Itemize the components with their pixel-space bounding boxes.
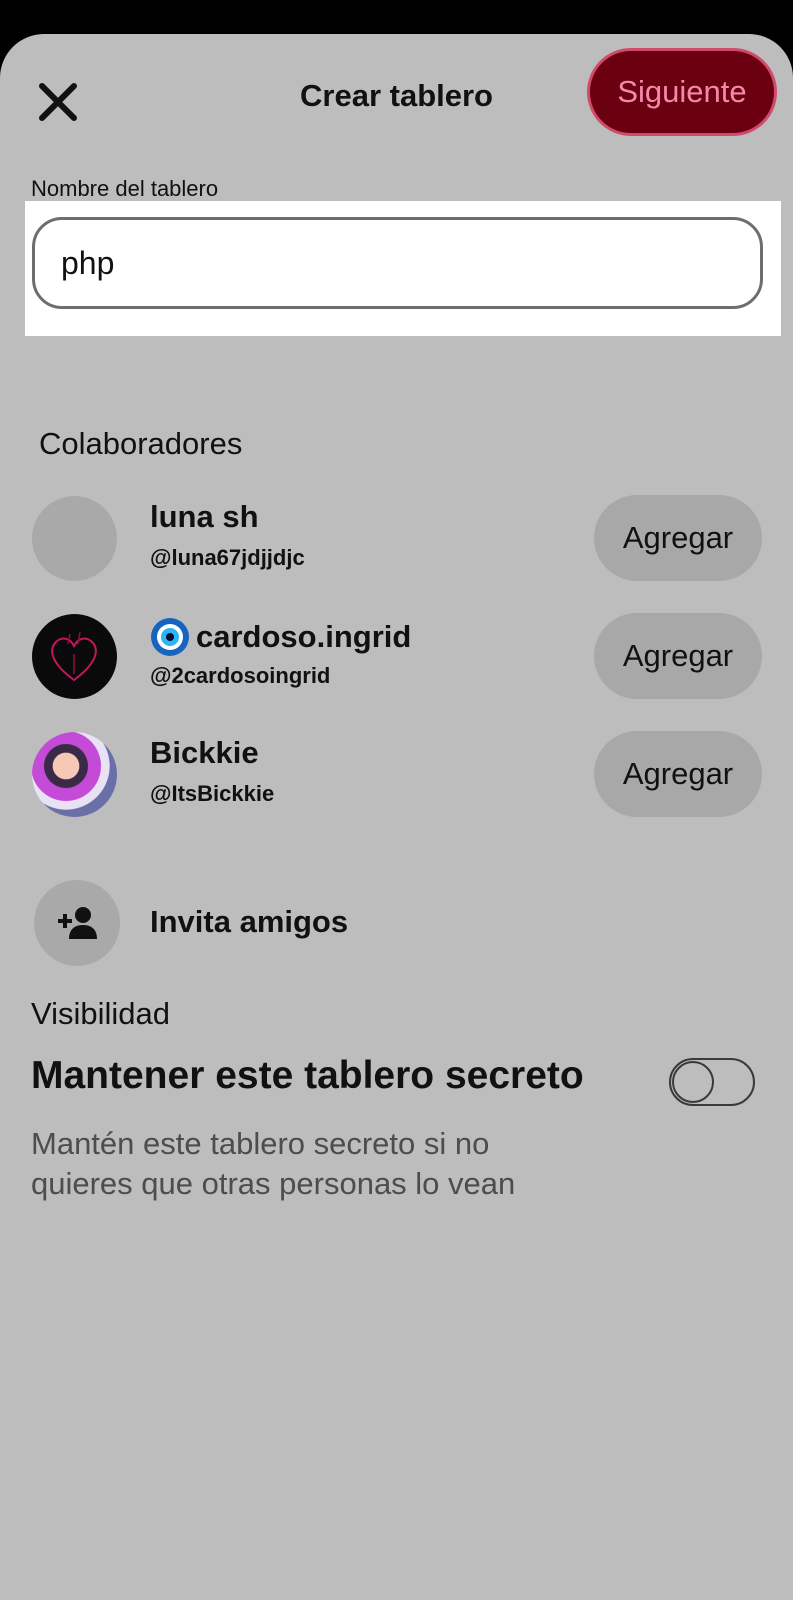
board-name-panel bbox=[25, 201, 781, 336]
avatar bbox=[32, 496, 117, 581]
invite-icon-circle bbox=[34, 880, 120, 966]
next-button[interactable]: Siguiente bbox=[587, 48, 777, 136]
invite-friends-label: Invita amigos bbox=[150, 904, 349, 939]
add-collaborator-button[interactable]: Agregar bbox=[594, 731, 762, 817]
collaborator-name-text: cardoso.ingrid bbox=[196, 619, 412, 654]
collaborator-name: cardoso.ingrid bbox=[150, 617, 411, 657]
secret-board-toggle[interactable] bbox=[669, 1058, 755, 1106]
collaborator-name-text: luna sh bbox=[150, 499, 259, 534]
secret-board-description: Mantén este tablero secreto si no quiere… bbox=[31, 1126, 516, 1201]
collaborator-row: cardoso.ingrid @2cardosoingrid Agregar bbox=[0, 611, 793, 701]
add-person-icon bbox=[58, 907, 97, 939]
toggle-knob bbox=[672, 1061, 714, 1103]
visibility-title: Visibilidad bbox=[31, 996, 171, 1031]
add-collaborator-button[interactable]: Agregar bbox=[594, 495, 762, 581]
create-board-sheet: Crear tablero Siguiente Nombre del table… bbox=[0, 34, 793, 1600]
board-name-label: Nombre del tablero bbox=[31, 176, 219, 201]
collaborator-name-text: Bickkie bbox=[150, 735, 259, 770]
avatar bbox=[32, 732, 117, 817]
board-name-input[interactable] bbox=[32, 217, 763, 309]
add-collaborator-button[interactable]: Agregar bbox=[594, 613, 762, 699]
avatar bbox=[32, 614, 117, 699]
collaborator-handle: @luna67jdjjdjc bbox=[150, 545, 305, 570]
collaborator-name: Bickkie bbox=[150, 735, 259, 771]
collaborator-name: luna sh bbox=[150, 499, 259, 535]
heart-image-icon bbox=[51, 631, 97, 682]
collaborators-title: Colaboradores bbox=[39, 426, 243, 461]
collaborator-row: luna sh @luna67jdjjdjc Agregar bbox=[0, 493, 793, 583]
status-bar bbox=[0, 0, 793, 34]
collaborator-handle: @2cardosoingrid bbox=[150, 663, 331, 688]
collaborator-row: Bickkie @ItsBickkie Agregar bbox=[0, 729, 793, 819]
secret-board-label: Mantener este tablero secreto bbox=[31, 1054, 584, 1097]
invite-friends-button[interactable]: Invita amigos bbox=[0, 880, 793, 968]
evil-eye-icon bbox=[151, 618, 189, 656]
collaborator-handle: @ItsBickkie bbox=[150, 781, 275, 806]
